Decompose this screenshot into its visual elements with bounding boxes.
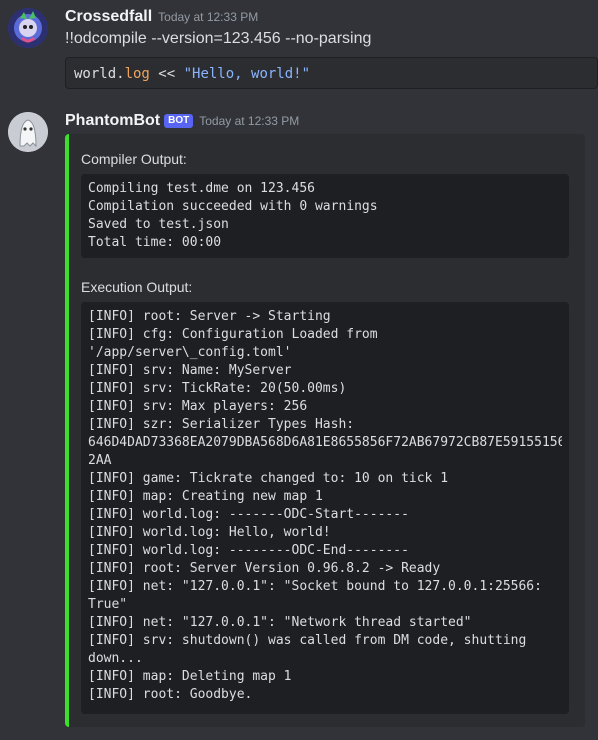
code-line: [INFO] cfg: Configuration Loaded from bbox=[88, 327, 378, 342]
code-identifier: world. bbox=[74, 66, 125, 82]
code-line: 2AA bbox=[88, 453, 112, 468]
code-line: [INFO] root: Goodbye. bbox=[88, 687, 253, 702]
code-line: '/app/server\_config.toml' bbox=[88, 345, 292, 360]
code-line: [INFO] root: Server -> Starting bbox=[88, 309, 331, 324]
code-line: [INFO] net: "127.0.0.1": "Network thread… bbox=[88, 615, 472, 630]
code-string: "Hello, world!" bbox=[183, 66, 311, 82]
message-text: !!odcompile --version=123.456 --no-parsi… bbox=[65, 30, 372, 47]
compiler-output-code: Compiling test.dme on 123.456 Compilation… bbox=[81, 174, 569, 258]
code-function: log bbox=[124, 66, 150, 82]
compiler-output-title: Compiler Output: bbox=[81, 151, 187, 167]
code-line: Saved to test.json bbox=[88, 217, 229, 232]
code-line: Compiling test.dme on 123.456 bbox=[88, 181, 315, 196]
code-line: [INFO] world.log: Hello, world! bbox=[88, 525, 331, 540]
avatar-crossedfall[interactable] bbox=[8, 8, 48, 48]
code-line: [INFO] srv: shutdown() was called from D… bbox=[88, 633, 527, 648]
bot-badge: BOT bbox=[164, 114, 194, 128]
avatar-phantombot[interactable] bbox=[8, 112, 48, 152]
code-line: Compilation succeeded with 0 warnings bbox=[88, 199, 378, 214]
code-line: down... bbox=[88, 651, 143, 666]
code-line: [INFO] world.log: -------ODC-Start------… bbox=[88, 507, 409, 522]
code-line: [INFO] world.log: --------ODC-End-------… bbox=[88, 543, 409, 558]
code-line: [INFO] root: Server Version 0.96.8.2 -> … bbox=[88, 561, 441, 576]
code-line: True" bbox=[88, 597, 128, 612]
code-line: [INFO] srv: Max players: 256 bbox=[88, 399, 308, 414]
execution-output-title: Execution Output: bbox=[81, 279, 193, 295]
code-line: [INFO] game: Tickrate changed to: 10 on … bbox=[88, 471, 449, 486]
code-line: [INFO] map: Deleting map 1 bbox=[88, 669, 292, 684]
code-operator: << bbox=[149, 66, 184, 82]
timestamp[interactable]: Today at 12:33 PM bbox=[199, 114, 299, 128]
code-line: [INFO] map: Creating new map 1 bbox=[88, 489, 323, 504]
avatar-image bbox=[8, 8, 48, 48]
username[interactable]: PhantomBot bbox=[65, 112, 160, 129]
code-line: Total time: 00:00 bbox=[88, 235, 222, 250]
code-block: world.log << "Hello, world!" bbox=[65, 57, 598, 89]
embed: Compiler Output: Compiling test.dme on 1… bbox=[65, 134, 585, 727]
code-line: [INFO] szr: Serializer Types Hash: bbox=[88, 417, 355, 432]
code-line: [INFO] srv: Name: MyServer bbox=[88, 363, 292, 378]
username[interactable]: Crossedfall bbox=[65, 8, 152, 25]
timestamp[interactable]: Today at 12:33 PM bbox=[158, 10, 258, 24]
code-line: 646D4DAD73368EA2079DBA568D6A81E8655856F7… bbox=[88, 435, 562, 450]
message-header: Crossedfall Today at 12:33 PM bbox=[65, 8, 258, 26]
code-line: [INFO] srv: TickRate: 20(50.00ms) bbox=[88, 381, 347, 396]
execution-output-code: [INFO] root: Server -> Starting [INFO] cf… bbox=[81, 302, 569, 714]
message-header: PhantomBot BOT Today at 12:33 PM bbox=[65, 112, 299, 130]
code-line: [INFO] net: "127.0.0.1": "Socket bound t… bbox=[88, 579, 542, 594]
ghost-icon bbox=[8, 112, 48, 152]
